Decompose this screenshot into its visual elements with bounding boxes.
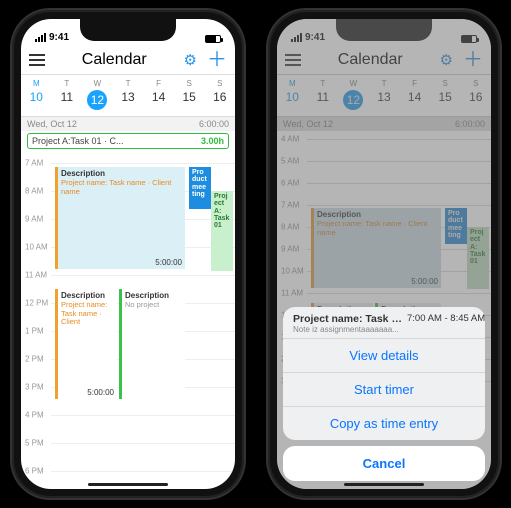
allday-chip[interactable]: Project A:Task 01 · C... 3.00h — [27, 133, 229, 149]
status-time: 9:41 — [49, 32, 69, 43]
weekday-wed[interactable]: W12 — [82, 79, 113, 110]
start-timer-button[interactable]: Start timer — [283, 372, 485, 406]
hour-label: 11 AM — [25, 271, 47, 280]
event-project-a-task[interactable]: Proj ect A: Task 01 — [211, 191, 233, 271]
weekday-tue[interactable]: T11 — [52, 79, 83, 110]
weekday-sun[interactable]: S16 — [204, 79, 235, 110]
nav-bar: Calendar ⚙ ＋ — [21, 45, 235, 75]
event-morning-entry[interactable]: Description Project name: Task name · Cl… — [55, 167, 185, 269]
allday-total: 6:00:00 — [199, 119, 229, 129]
action-sheet-body: Project name: Task - Cli... Note iz assi… — [283, 307, 485, 440]
cancel-button[interactable]: Cancel — [283, 446, 485, 481]
gear-icon[interactable]: ⚙ — [184, 51, 197, 69]
event-afternoon-entry-2[interactable]: Description No project — [119, 289, 185, 399]
hour-label: 4 PM — [25, 411, 44, 420]
event-product-meeting[interactable]: Pro duct mee ting — [189, 167, 211, 209]
action-sheet-header: Project name: Task - Cli... Note iz assi… — [283, 307, 485, 338]
allday-row: Wed, Oct 12 6:00:00 — [21, 117, 235, 131]
hour-label: 1 PM — [25, 327, 44, 336]
weekday-thu[interactable]: T13 — [113, 79, 144, 110]
battery-icon — [205, 35, 221, 43]
allday-date: Wed, Oct 12 — [27, 119, 77, 129]
menu-icon[interactable] — [29, 54, 45, 66]
weekday-fri[interactable]: F14 — [143, 79, 174, 110]
screen: 9:41 Calendar ⚙ ＋ M10 T11 W12 T13 F14 S1… — [277, 19, 491, 489]
weekday-mon[interactable]: M10 — [21, 79, 52, 110]
sheet-time: 7:00 AM - 8:45 AM — [407, 313, 485, 324]
timeline[interactable]: 7 AM 8 AM 9 AM 10 AM 11 AM 12 PM 1 PM 2 … — [21, 153, 235, 489]
home-indicator[interactable] — [88, 483, 168, 486]
allday-chip-duration: 3.00h — [201, 136, 224, 146]
hour-label: 6 PM — [25, 467, 44, 476]
hour-label: 12 PM — [25, 299, 48, 308]
hour-label: 3 PM — [25, 383, 44, 392]
weekday-sat[interactable]: S15 — [174, 79, 205, 110]
signal-icon — [35, 33, 46, 42]
hour-label: 10 AM — [25, 243, 48, 252]
week-bar: M10 T11 W12 T13 F14 S15 S16 — [21, 75, 235, 117]
home-indicator[interactable] — [344, 483, 424, 486]
sheet-note: Note iz assignmentaaaaaaa... — [293, 325, 403, 334]
screen: 9:41 Calendar ⚙ ＋ M10 T11 W12 T13 F14 S1… — [21, 19, 235, 489]
hour-label: 5 PM — [25, 439, 44, 448]
allday-chip-label: Project A:Task 01 · C... — [32, 136, 124, 146]
hour-label: 9 AM — [25, 215, 43, 224]
copy-as-time-entry-button[interactable]: Copy as time entry — [283, 406, 485, 440]
hour-label: 7 AM — [25, 159, 43, 168]
plus-icon[interactable]: ＋ — [207, 53, 227, 67]
sheet-title: Project name: Task - Cli... — [293, 313, 403, 325]
event-afternoon-entry-1[interactable]: Description Project name: Task name · Cl… — [55, 289, 117, 399]
hour-label: 2 PM — [25, 355, 44, 364]
notch — [80, 19, 176, 41]
hour-label: 8 AM — [25, 187, 43, 196]
view-details-button[interactable]: View details — [283, 338, 485, 372]
action-sheet: Project name: Task - Cli... Note iz assi… — [283, 307, 485, 481]
phone-left: 9:41 Calendar ⚙ ＋ M10 T11 W12 T13 F14 S1… — [12, 10, 244, 498]
page-title: Calendar — [82, 51, 147, 69]
phone-right: 9:41 Calendar ⚙ ＋ M10 T11 W12 T13 F14 S1… — [268, 10, 500, 498]
